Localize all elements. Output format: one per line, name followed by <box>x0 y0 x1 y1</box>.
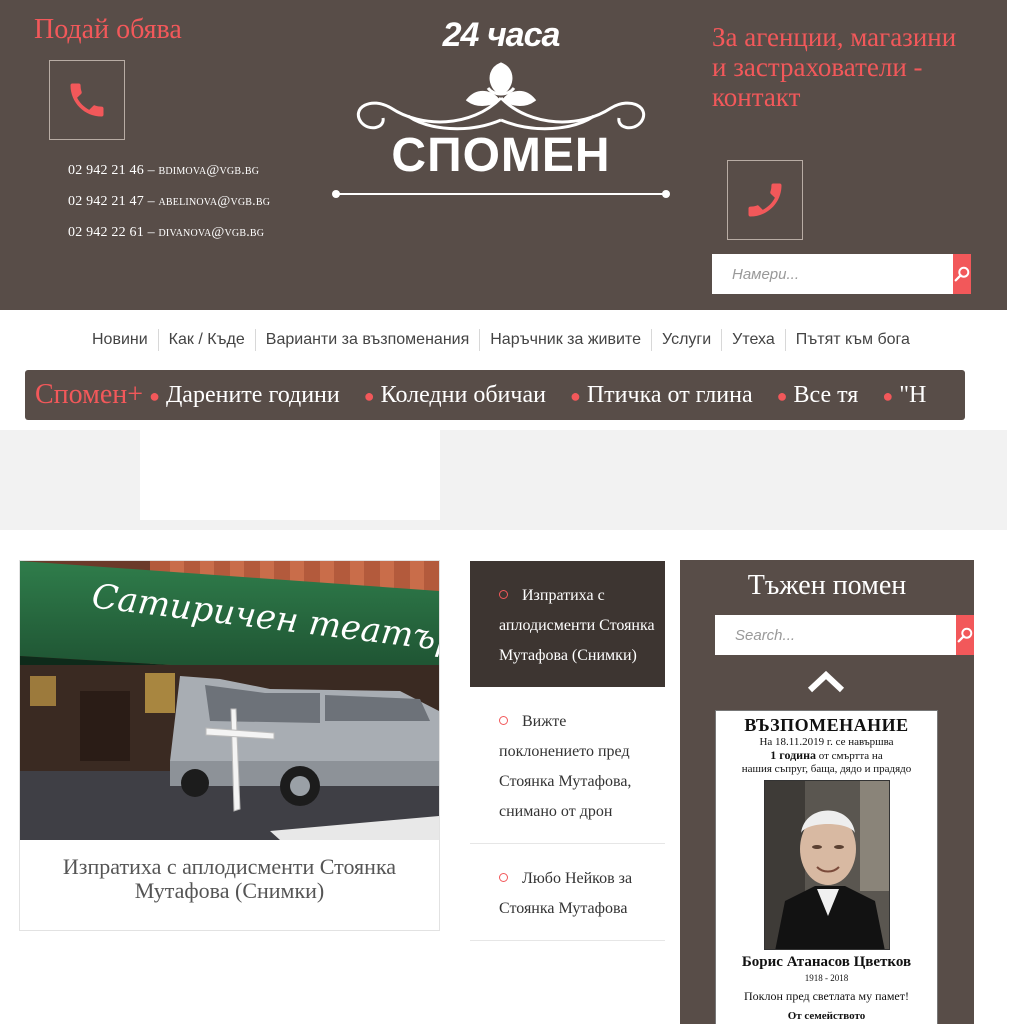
ticker-label: Спомен+ <box>35 379 144 410</box>
main-nav: Новини Как / Къде Варианти за възпоменан… <box>82 328 920 352</box>
list-item[interactable]: Вижте поклонението пред Стоянка Мутафова… <box>470 687 665 844</box>
logo-name-text: СПОМЕН <box>391 129 611 182</box>
contact-line[interactable]: 02 942 22 61 – divanova@vgb.bg <box>68 222 270 253</box>
ticker-item[interactable]: ● "Н <box>882 382 926 409</box>
ticker-item[interactable]: ● Коледни обичаи <box>364 382 546 409</box>
ticker-item-text: "Н <box>899 381 927 408</box>
ticker-item[interactable]: ● Птичка от глина <box>570 382 753 409</box>
post-ad-heading[interactable]: Подай обява <box>34 14 182 46</box>
hearse-photo: Сатиричен театър <box>20 561 439 840</box>
header-search-input[interactable] <box>712 254 953 294</box>
agency-contact-heading[interactable]: За агенции, магазини и застрахователи - … <box>712 22 962 112</box>
contact-email[interactable]: abelinova@vgb.bg <box>159 194 271 209</box>
memorial-sidebar: Тъжен помен ВЪЗПОМЕНАНИЕ На 18.11.2019 г… <box>680 560 974 1024</box>
header-search-button[interactable] <box>953 254 971 294</box>
memorial-tribute: Поклон пред светлата му памет! <box>743 989 910 1003</box>
site-header: Подай обява 02 942 21 46 – bdimova@vgb.b… <box>0 0 1007 310</box>
memorial-name: Борис Атанасов Цветков <box>741 954 912 970</box>
memorial-portrait <box>763 780 890 950</box>
page: Подай обява 02 942 21 46 – bdimova@vgb.b… <box>0 0 1024 1024</box>
nav-item-comfort[interactable]: Утеха <box>722 329 786 351</box>
list-item-title: Изпратиха с аплодисменти Стоянка Мутафов… <box>499 587 655 664</box>
ticker-item-text: Все тя <box>793 381 859 408</box>
news-ticker: Спомен+ ● Дарените години ● Коледни обичаи… <box>25 370 965 420</box>
contact-phone: 02 942 21 47 <box>68 194 144 209</box>
contact-phone: 02 942 21 46 <box>68 163 144 178</box>
nav-item-how-where[interactable]: Как / Къде <box>159 329 256 351</box>
bullet-icon: ● <box>882 385 894 406</box>
header-search <box>712 254 971 294</box>
memorial-years-line: 1 година от смъртта на <box>716 749 937 763</box>
list-item-title: Любо Нейков за Стоянка Мутафова <box>499 870 633 917</box>
featured-article-card[interactable]: Сатиричен театър Изпратиха с аплодисмент… <box>19 560 440 931</box>
phone-icon <box>70 83 104 117</box>
phone-button-right[interactable] <box>727 160 803 240</box>
sidebar-title: Тъжен помен <box>747 570 907 601</box>
nav-item-services[interactable]: Услуги <box>652 329 723 351</box>
sidebar-search <box>715 615 974 655</box>
ticker-item-text: Коледни обичаи <box>380 381 546 408</box>
contact-line[interactable]: 02 942 21 46 – bdimova@vgb.bg <box>68 160 270 191</box>
circle-bullet-icon <box>499 872 508 882</box>
nav-item-guide[interactable]: Наръчник за живите <box>480 329 652 351</box>
contact-email[interactable]: bdimova@vgb.bg <box>159 163 260 178</box>
nav-item-remembrance-options[interactable]: Варианти за възпоменания <box>256 329 481 351</box>
memorial-period: 1 година <box>770 748 816 762</box>
logo-divider <box>332 190 670 198</box>
ticker-item-text: Дарените години <box>165 381 340 408</box>
list-item[interactable]: Изпратиха с аплодисменти Стоянка Мутафов… <box>470 561 665 687</box>
contact-email[interactable]: divanova@vgb.bg <box>159 225 265 240</box>
bullet-icon: ● <box>149 385 160 406</box>
memorial-signature: От семейството <box>787 1010 866 1022</box>
bullet-icon: ● <box>776 385 788 406</box>
circle-bullet-icon <box>499 589 508 599</box>
memorial-heading: ВЪЗПОМЕНАНИЕ <box>744 715 909 735</box>
ad-band <box>0 430 1007 530</box>
search-icon <box>957 627 973 643</box>
featured-article-photo[interactable]: Сатиричен театър <box>20 561 439 840</box>
list-item-title: Вижте поклонението пред Стоянка Мутафова… <box>499 713 632 820</box>
phone-button-left[interactable] <box>49 60 125 140</box>
contact-line[interactable]: 02 942 21 47 – abelinova@vgb.bg <box>68 191 270 222</box>
memorial-period-rest: от смъртта на <box>816 750 883 762</box>
chevron-up-icon[interactable] <box>806 668 846 696</box>
nav-item-path-to-god[interactable]: Пътят към бога <box>786 329 920 351</box>
featured-article-title[interactable]: Изпратиха с аплодисменти Стоянка Мутафов… <box>30 855 429 903</box>
ticker-item[interactable]: ● Все тя <box>777 382 859 409</box>
contact-list: 02 942 21 46 – bdimova@vgb.bg 02 942 21 … <box>68 160 270 253</box>
contact-phone: 02 942 22 61 <box>68 225 144 240</box>
memorial-relation-line: нашия съпруг, баща, дядо и прадядо <box>741 763 912 775</box>
portrait-image <box>764 781 889 949</box>
sidebar-search-button[interactable] <box>956 615 974 655</box>
circle-bullet-icon <box>499 715 508 725</box>
ticker-item-text: Птичка от глина <box>586 381 753 408</box>
memorial-notice[interactable]: ВЪЗПОМЕНАНИЕ На 18.11.2019 г. се навършв… <box>715 710 938 1024</box>
news-list: Изпратиха с аплодисменти Стоянка Мутафов… <box>470 561 665 941</box>
sidebar-search-input[interactable] <box>715 615 956 655</box>
search-icon <box>954 266 970 282</box>
nav-item-news[interactable]: Новини <box>82 329 159 351</box>
ad-slot[interactable] <box>140 430 440 520</box>
bullet-icon: ● <box>363 385 375 406</box>
memorial-lifespan: 1918 - 2018 <box>804 973 849 983</box>
ticker-item[interactable]: ● Дарените години <box>149 382 340 409</box>
logo-brand-text: 24 часа <box>442 16 561 54</box>
phone-icon <box>748 183 782 217</box>
memorial-date-line: На 18.11.2019 г. се навършва <box>759 736 894 748</box>
site-logo[interactable]: 24 часа СПОМЕН <box>330 10 672 210</box>
list-item[interactable]: Любо Нейков за Стоянка Мутафова <box>470 844 665 941</box>
bullet-icon: ● <box>569 385 581 406</box>
